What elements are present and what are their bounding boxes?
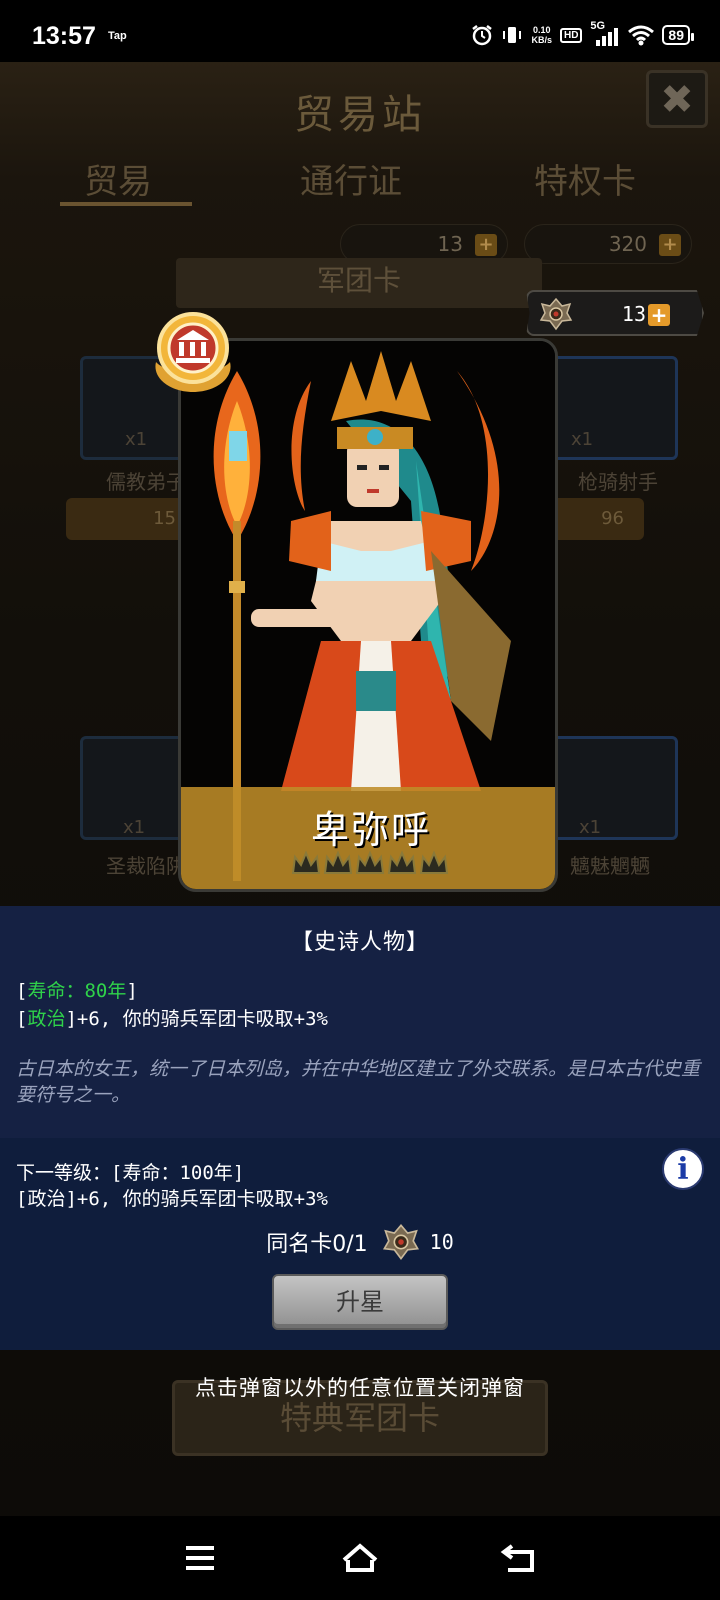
close-store-button[interactable]: ✖	[646, 70, 708, 128]
emblem-icon	[382, 1224, 419, 1261]
bg-card-price[interactable]: 15	[66, 498, 196, 540]
close-popup-hint: 点击弹窗以外的任意位置关闭弹窗	[195, 1376, 525, 1400]
net-speed-value: 0.10	[532, 25, 551, 35]
character-info-panel: 【史诗人物】 [寿命：80年] [政治]+6, 你的骑兵军团卡吸取+3% 古日本…	[0, 906, 720, 1138]
bg-card-count: x1	[579, 817, 602, 838]
hd-badge: HD	[559, 27, 583, 43]
next-level-line: 下一等级：[寿命：100年]	[16, 1162, 245, 1184]
lifespan-line: [寿命：80年]	[16, 976, 138, 1003]
vibrate-icon	[503, 27, 522, 43]
home-icon[interactable]	[338, 1536, 382, 1580]
bracket-open: [	[16, 980, 28, 1002]
same-card-label: 同名卡0/1	[266, 1232, 368, 1257]
bg-card-4[interactable]: x1	[548, 736, 678, 840]
bg-emblem-add-button[interactable]: +	[475, 234, 497, 256]
wifi-icon	[628, 25, 655, 46]
network-speed: 0.10 KB/s	[531, 25, 552, 45]
tab-pass[interactable]: 通行证	[300, 154, 402, 203]
emblem-currency: 13 +	[526, 290, 704, 336]
emblem-count: 13	[621, 302, 646, 326]
battery-icon: 89	[662, 25, 694, 45]
star-rating	[291, 849, 451, 879]
status-bar: 13:57 Tap 0.10 KB/s HD 5G 89	[0, 0, 720, 62]
bg-card-count: x1	[123, 817, 146, 838]
upgrade-panel: 下一等级：[寿命：100年] [政治]+6, 你的骑兵军团卡吸取+3% i 同名…	[0, 1138, 720, 1350]
bracket-close: ]	[126, 980, 138, 1002]
status-icons: 0.10 KB/s HD 5G 89	[471, 20, 694, 46]
star-crown-icon	[323, 850, 353, 874]
info-icon[interactable]: i	[662, 1148, 704, 1190]
tab-privilege[interactable]: 特权卡	[534, 154, 636, 203]
star-crown-icon	[291, 850, 321, 874]
character-card: 卑弥呼	[178, 338, 558, 892]
bg-card-2[interactable]: x1	[548, 356, 678, 460]
politics-effect: ]+6, 你的骑兵军团卡吸取+3%	[65, 1008, 328, 1030]
emblem-icon	[539, 297, 573, 331]
bg-gem-count: 320	[608, 232, 647, 256]
star-crown-icon	[387, 850, 417, 874]
tab-trade[interactable]: 贸易	[84, 154, 152, 203]
bg-card-label: 魑魅魍魉	[570, 854, 650, 878]
same-card-requirement: 同名卡0/1 10	[0, 1222, 720, 1262]
active-tab-indicator	[60, 202, 192, 206]
bg-gem-add-button[interactable]: +	[659, 234, 681, 256]
character-description: 古日本的女王，统一了日本列岛，并在中华地区建立了外交联系。是日本古代史重要符号之…	[16, 1058, 701, 1106]
bg-section-header: 军团卡	[176, 258, 542, 308]
bg-gem-currency: 320 +	[524, 224, 692, 264]
rarity-title: 【史诗人物】	[290, 930, 429, 955]
star-crown-icon	[419, 850, 449, 874]
menu-icon[interactable]	[178, 1536, 222, 1580]
clock: 13:57	[32, 22, 96, 50]
bg-card-label: 枪骑射手	[578, 470, 658, 494]
app-indicator: Tap	[108, 30, 127, 42]
upgrade-cost: 10	[429, 1230, 454, 1254]
alarm-icon	[472, 25, 493, 46]
lifespan-value: 寿命：80年	[27, 980, 127, 1002]
politics-line: [政治]+6, 你的骑兵军团卡吸取+3%	[16, 1004, 328, 1031]
add-emblem-button[interactable]: +	[648, 304, 670, 326]
net-speed-unit: KB/s	[531, 35, 552, 45]
bg-emblem-count: 13	[437, 232, 463, 256]
back-icon[interactable]	[498, 1536, 542, 1580]
navigation-bar	[0, 1516, 720, 1600]
bracket-open: [	[16, 1008, 28, 1030]
bg-card-count: x1	[571, 429, 594, 450]
bg-card-count: x1	[125, 429, 148, 450]
character-name: 卑弥呼	[310, 808, 431, 852]
politics-label: 政治	[27, 1008, 66, 1030]
store-title: 贸易站	[294, 92, 426, 138]
star-crown-icon	[355, 850, 385, 874]
bank-icon	[155, 312, 231, 392]
signal-icon: 5G	[590, 20, 620, 46]
next-level-effect: [政治]+6, 你的骑兵军团卡吸取+3%	[16, 1188, 328, 1210]
upgrade-star-button[interactable]: 升星	[272, 1274, 448, 1330]
